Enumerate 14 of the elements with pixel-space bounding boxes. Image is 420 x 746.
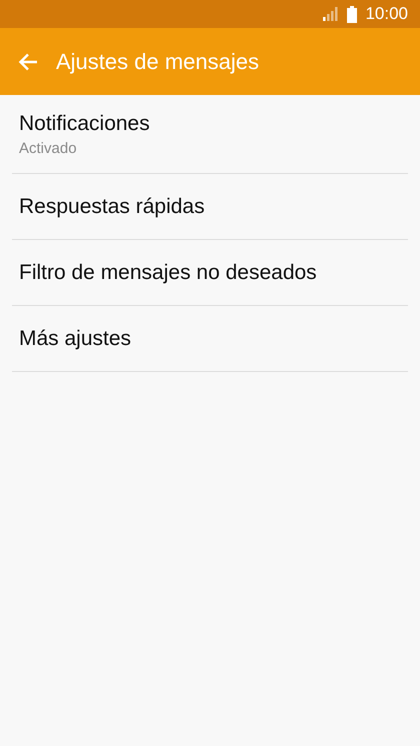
settings-item[interactable]: Respuestas rápidas [12,174,408,240]
item-title: Notificaciones [19,112,151,136]
item-title: Filtro de mensajes no deseados [19,260,318,284]
item-title: Respuestas rápidas [19,194,206,218]
settings-item[interactable]: Más ajustes [12,306,408,372]
settings-item[interactable]: Filtro de mensajes no deseados [12,240,408,306]
signal-icon [323,7,340,21]
back-arrow-icon[interactable] [18,52,38,70]
screen-title: Ajustes de mensajes [56,48,259,74]
status-time: 10:00 [365,4,408,24]
battery-icon [347,6,358,22]
item-title: Más ajustes [19,326,132,350]
item-subtitle: Activado [19,140,78,156]
settings-item[interactable]: Notificaciones Activado [12,95,408,174]
